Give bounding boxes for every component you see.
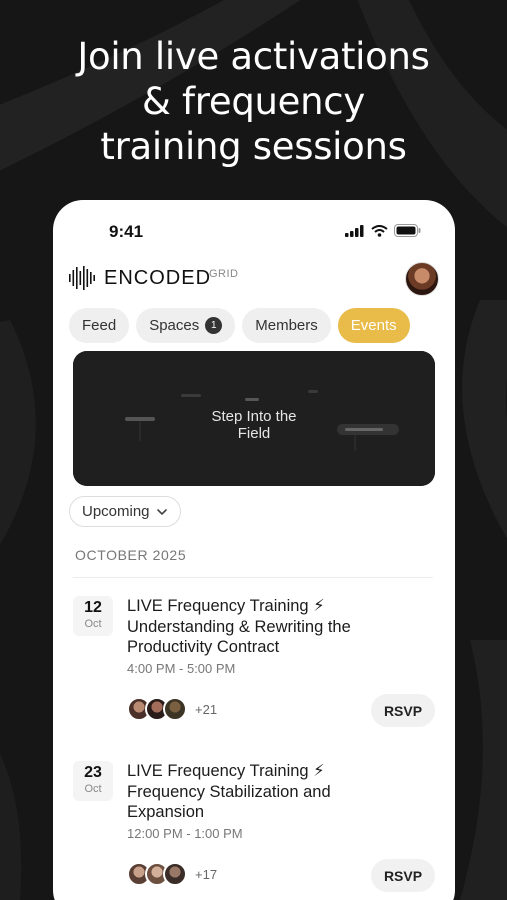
wifi-icon <box>371 224 388 237</box>
event-title-line-1: LIVE Frequency Training ⚡ <box>127 597 325 615</box>
event-date: 23 Oct <box>73 761 113 801</box>
profile-avatar[interactable] <box>405 262 439 296</box>
event-title-line-2: Frequency Stabilization and <box>127 782 331 801</box>
signal-icon <box>345 224 364 237</box>
attendee-stack[interactable]: +17 <box>127 862 217 886</box>
attendee-count: +17 <box>195 866 218 882</box>
event-day: 23 <box>84 764 102 781</box>
battery-icon <box>394 224 421 237</box>
tab-events[interactable]: Events <box>337 308 410 343</box>
hero-title: Step Into the Field <box>73 408 435 442</box>
tab-events-label: Events <box>350 317 397 334</box>
attendee-count: +21 <box>195 701 218 717</box>
status-icons <box>345 224 421 237</box>
tab-spaces[interactable]: Spaces 1 <box>136 308 236 343</box>
logo-icon <box>69 266 95 290</box>
brand-name: ENCODED <box>104 267 212 289</box>
event-title-line-1: LIVE Frequency Training ⚡ <box>127 762 325 780</box>
event-month: Oct <box>84 618 102 630</box>
app-header: ENCODED GRID <box>67 260 439 296</box>
attendee-stack[interactable]: +21 <box>127 697 217 721</box>
divider <box>73 577 433 578</box>
event-date: 12 Oct <box>73 596 113 636</box>
spaces-count-badge: 1 <box>205 317 223 334</box>
rsvp-button[interactable]: RSVP <box>371 694 435 727</box>
event-title[interactable]: LIVE Frequency Training ⚡ Frequency Stab… <box>127 761 427 823</box>
tab-members-label: Members <box>255 317 318 334</box>
tab-members[interactable]: Members <box>242 308 331 343</box>
brand-subtitle: GRID <box>209 268 239 280</box>
tab-feed[interactable]: Feed <box>69 308 130 343</box>
chevron-down-icon <box>156 508 167 515</box>
headline-line-3: training sessions <box>100 125 407 168</box>
status-time: 9:41 <box>109 222 144 241</box>
event-day: 12 <box>84 599 102 616</box>
event-title-line-2: Understanding & Rewriting the <box>127 617 351 636</box>
headline-line-2: & frequency <box>142 80 365 123</box>
rsvp-button[interactable]: RSVP <box>371 859 435 892</box>
event-time: 12:00 PM - 1:00 PM <box>127 826 243 841</box>
event-title[interactable]: LIVE Frequency Training ⚡ Understanding … <box>127 596 427 658</box>
event-title-line-3: Productivity Contract <box>127 638 280 656</box>
tab-feed-label: Feed <box>82 317 117 334</box>
headline-line-1: Join live activations <box>77 35 430 78</box>
event-title-line-3: Expansion <box>127 803 205 821</box>
event-time: 4:00 PM - 5:00 PM <box>127 661 236 676</box>
filter-label: Upcoming <box>82 503 150 520</box>
month-header: OCTOBER 2025 <box>75 547 187 563</box>
event-month: Oct <box>84 783 102 795</box>
tab-spaces-label: Spaces <box>149 317 200 334</box>
nav-tabs: Feed Spaces 1 Members Events <box>69 308 410 343</box>
avatar <box>163 862 187 886</box>
hero-title-line-1: Step Into the <box>211 408 297 425</box>
hero-title-line-2: Field <box>237 425 271 442</box>
phone-screen: 9:41 ENCODED GRID Feed Spaces 1 Members … <box>53 200 455 900</box>
avatar <box>163 697 187 721</box>
status-bar: 9:41 <box>53 222 455 242</box>
promo-headline: Join live activations & frequency traini… <box>0 34 507 169</box>
upcoming-filter-dropdown[interactable]: Upcoming <box>69 496 181 527</box>
events-hero-banner[interactable]: Step Into the Field <box>73 351 435 486</box>
